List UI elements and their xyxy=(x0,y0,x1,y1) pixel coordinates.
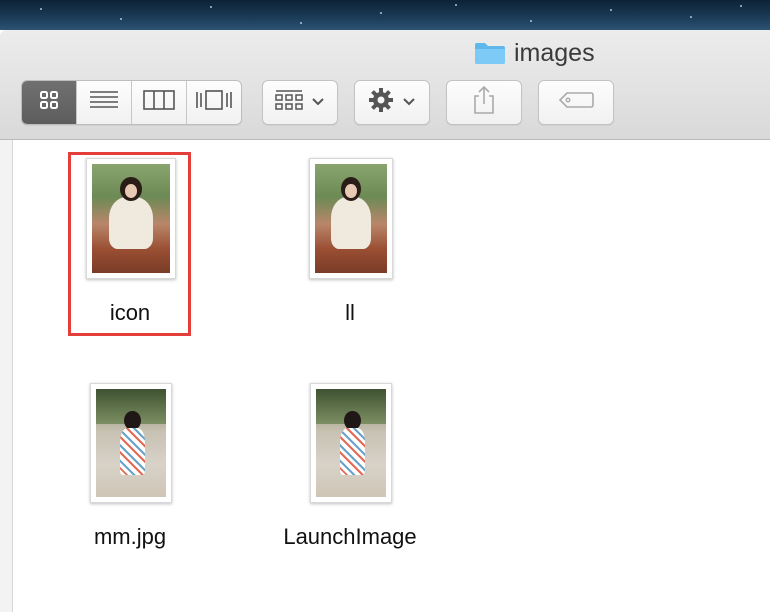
file-thumbnail[interactable] xyxy=(90,383,172,503)
folder-icon xyxy=(474,41,506,65)
selection-highlight xyxy=(68,152,191,336)
grid-icon xyxy=(38,89,60,116)
columns-icon xyxy=(143,90,175,115)
chevron-down-icon xyxy=(311,94,325,112)
tag-icon xyxy=(558,91,594,114)
view-mode-control xyxy=(21,80,242,125)
list-icon xyxy=(89,89,119,116)
cover-flow-view-button[interactable] xyxy=(187,81,241,124)
action-button[interactable] xyxy=(354,80,430,125)
photo-image xyxy=(316,389,386,497)
toolbar: images xyxy=(0,30,770,140)
chevron-down-icon xyxy=(402,94,416,112)
photo-image xyxy=(315,164,387,273)
sidebar-edge xyxy=(0,140,13,612)
list-view-button[interactable] xyxy=(77,81,132,124)
file-name[interactable]: LaunchImage xyxy=(250,524,450,550)
file-thumbnail[interactable] xyxy=(309,158,393,279)
photo-image xyxy=(96,389,166,497)
gear-icon xyxy=(368,87,394,118)
share-button[interactable] xyxy=(446,80,522,125)
tag-button[interactable] xyxy=(538,80,614,125)
arrange-grid-icon xyxy=(275,89,303,116)
arrange-button[interactable] xyxy=(262,80,338,125)
column-view-button[interactable] xyxy=(132,81,187,124)
file-name[interactable]: mm.jpg xyxy=(30,524,230,550)
share-icon xyxy=(472,85,496,120)
desktop-background xyxy=(0,0,770,30)
icon-view-button[interactable] xyxy=(22,81,77,124)
file-thumbnail[interactable] xyxy=(310,383,392,503)
window-title: images xyxy=(474,39,595,67)
finder-window: images icon ll mm.jpg LaunchImage xyxy=(0,30,770,612)
cover-flow-icon xyxy=(195,89,233,116)
file-name[interactable]: ll xyxy=(250,300,450,326)
window-title-text: images xyxy=(514,38,595,67)
